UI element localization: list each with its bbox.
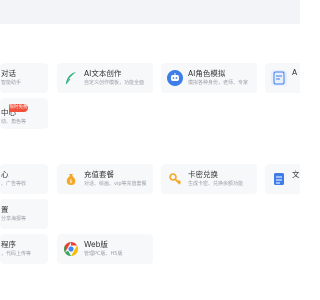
card-redeem-code-title: 卡密兑换 (188, 170, 218, 179)
card-center-2-desc: 、广告等收 (1, 181, 27, 187)
feather-pen-icon (63, 70, 79, 86)
card-recharge-package-title: 充值套餐 (84, 170, 114, 179)
ai-robot-icon (167, 70, 183, 86)
card-web-version-title: Web版 (84, 240, 108, 249)
key-icon (167, 171, 183, 187)
card-chat[interactable]: 对话 智能助手 (0, 63, 48, 93)
card-center[interactable]: 中心 动、角色等 (0, 98, 48, 129)
card-recharge-package-desc: 对话、绘画、vip等充值套餐 (84, 181, 147, 187)
card-ai-role-simulation-desc: 模拟各种身份，老师、专家 (188, 80, 249, 86)
card-settings-title: 置 (1, 205, 9, 214)
card-ai-text-creation[interactable]: AI文本创作 自定义创作模板，功能全面 (57, 63, 153, 93)
ai-document-icon (271, 70, 287, 86)
free-badge: 限时免费 (9, 104, 28, 112)
card-web-version[interactable]: Web版 管理PC版、H5版 (57, 234, 153, 264)
card-ai-role-simulation-title: AI角色模拟 (188, 69, 226, 78)
card-center-2-title: 心 (1, 170, 9, 179)
card-ai-document-title: A (292, 68, 298, 77)
chrome-browser-icon (63, 241, 79, 257)
card-center-desc: 动、角色等 (1, 119, 27, 125)
document-icon (271, 171, 287, 187)
card-text-title: 文 (292, 170, 300, 179)
card-mini-program-title: 程序 (1, 240, 16, 249)
money-bag-icon: $ (63, 171, 79, 187)
card-web-version-desc: 管理PC版、H5版 (84, 251, 123, 257)
card-ai-text-creation-title: AI文本创作 (84, 69, 122, 78)
card-mini-program[interactable]: 程序 ，代码上传等 (0, 234, 48, 264)
top-bar (0, 0, 300, 24)
card-mini-program-desc: ，代码上传等 (1, 251, 32, 257)
card-text[interactable]: 文 (265, 164, 300, 194)
svg-text:$: $ (69, 179, 72, 185)
card-settings-desc: 分享海报等 (1, 216, 27, 222)
card-redeem-code-desc: 生成卡密、兑换余额功能 (188, 181, 244, 187)
card-ai-text-creation-desc: 自定义创作模板，功能全面 (84, 80, 145, 86)
card-recharge-package[interactable]: $ 充值套餐 对话、绘画、vip等充值套餐 (57, 164, 153, 194)
card-chat-desc: 智能助手 (1, 80, 22, 86)
app-screen: 对话 智能助手 AI文本创作 自定义创作模板，功能全面 AI角色模拟 模拟各种身… (0, 0, 300, 300)
card-ai-document[interactable]: A (265, 63, 300, 93)
card-redeem-code[interactable]: 卡密兑换 生成卡密、兑换余额功能 (161, 164, 257, 194)
card-ai-role-simulation[interactable]: AI角色模拟 模拟各种身份，老师、专家 (161, 63, 257, 93)
card-center-2[interactable]: 心 、广告等收 (0, 164, 48, 194)
card-settings[interactable]: 置 分享海报等 (0, 199, 48, 229)
card-chat-title: 对话 (1, 69, 16, 78)
